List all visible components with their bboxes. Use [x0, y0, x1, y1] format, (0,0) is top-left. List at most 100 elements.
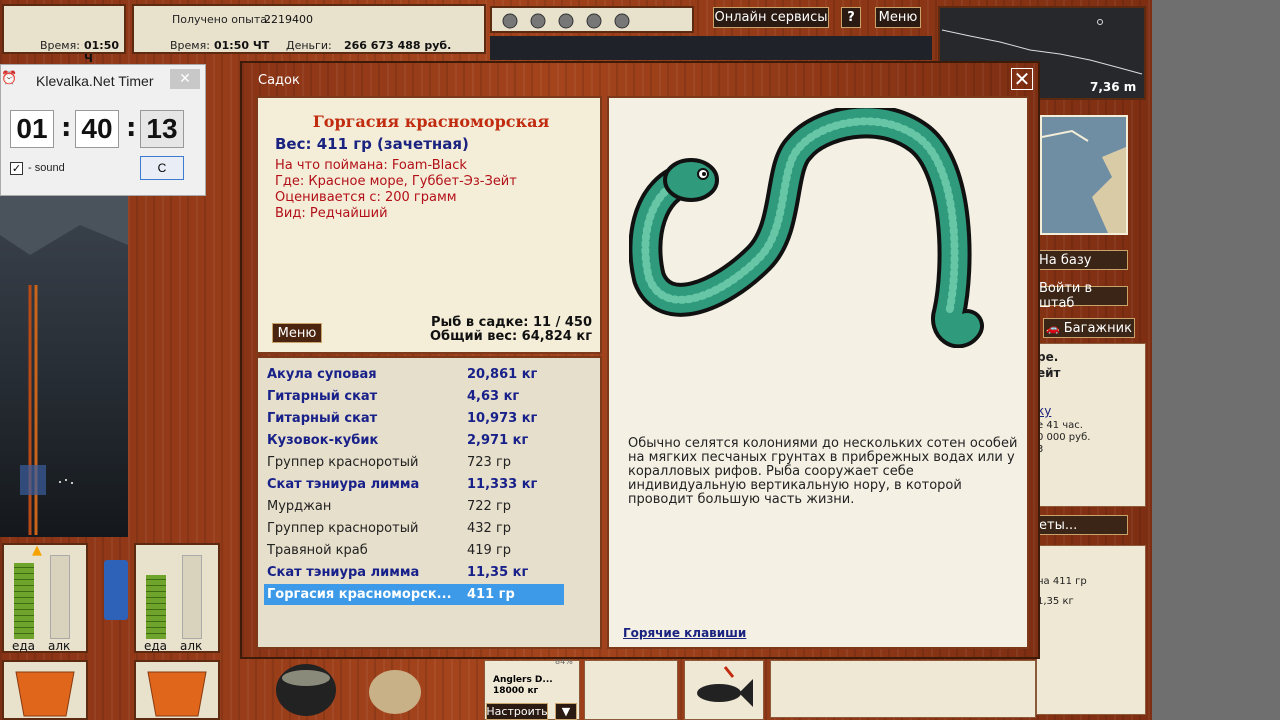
sound-checkbox[interactable]: ✓ — [10, 162, 23, 175]
side-text-1: ре. — [1037, 350, 1059, 364]
desktop-gray-area — [1152, 0, 1280, 720]
time-value-2: 01:50 ЧТ — [214, 39, 270, 52]
catch-row[interactable]: Гитарный скат 10,973 кг — [264, 408, 564, 429]
bucket-icon — [15, 671, 75, 717]
fish-valued-from: Оценивается с: 200 грамм — [275, 190, 457, 205]
food-alc-panel-2: еда алк — [134, 543, 220, 653]
catch-row-name: Мурджан — [267, 499, 332, 514]
catch-row-name: Травяной краб — [267, 543, 368, 558]
alc-bar-2 — [182, 555, 202, 639]
trunk-button[interactable]: 🚗 Багажник — [1043, 318, 1135, 338]
fish-count: Рыб в садке: 11 / 450 — [430, 315, 592, 330]
money-label: Деньги: — [286, 39, 332, 52]
timer-close-button[interactable]: ✕ — [170, 69, 200, 89]
timer-hours: 01 — [10, 110, 54, 148]
fish-eel-image — [629, 108, 984, 348]
depth-value: 7,36 m — [1090, 80, 1137, 94]
enter-hq-button[interactable]: Войти в штаб — [1036, 281, 1128, 311]
catch-row-name: Горгасия красноморск... — [267, 587, 452, 602]
fish-silhouette-icon — [697, 666, 753, 707]
food-alc-panel-1: ▲ еда алк — [2, 543, 88, 653]
catch-row-weight: 11,333 кг — [467, 477, 538, 492]
catch-row-name: Акула суповая — [267, 367, 377, 382]
catch-row-weight: 722 гр — [467, 499, 512, 514]
fish-description-panel: Обычно селятся колониями до нескольких с… — [607, 96, 1029, 649]
catch-row[interactable]: Гитарный скат 4,63 кг — [264, 386, 564, 407]
side-text-4: 0 000 руб. — [1037, 432, 1091, 443]
fish-caught-on: На что поймана: Foam-Black — [275, 158, 467, 173]
pot-icon[interactable] — [274, 660, 338, 720]
hotkeys-link[interactable]: Горячие клавиши — [623, 626, 746, 640]
catch-row[interactable]: Мурджан 722 гр — [264, 496, 564, 517]
bait-name: Anglers D... — [493, 675, 553, 685]
trunk-label: Багажник — [1063, 320, 1132, 336]
dialog-menu-button[interactable]: Меню — [272, 323, 322, 343]
setup-dropdown-button[interactable]: ▼ — [555, 703, 577, 720]
catch-row-name: Гитарный скат — [267, 389, 378, 404]
side-text-3: е 41 час. — [1037, 420, 1083, 431]
setup-button[interactable]: Настроить — [486, 703, 548, 720]
catch-row[interactable]: Скат тэниура лимма 11,35 кг — [264, 562, 564, 583]
slot-empty[interactable] — [584, 660, 678, 720]
catch-row[interactable]: Группер красноротый 432 гр — [264, 518, 564, 539]
catch-row-name: Группер красноротый — [267, 521, 419, 536]
catch-row[interactable]: Травяной краб 419 гр — [264, 540, 564, 561]
hud-stats-box: Получено опыта: 2219400 Время: 01:50 ЧТ … — [132, 4, 486, 54]
alc-label-1: алк — [48, 639, 71, 653]
fish-rarity: Вид: Редчайший — [275, 206, 388, 221]
catch-row-weight: 11,35 кг — [467, 565, 529, 580]
total-weight: Общий вес: 64,824 кг — [429, 329, 592, 344]
catch-row[interactable]: Группер красноротый 723 гр — [264, 452, 564, 473]
reel-icons — [502, 13, 630, 29]
fish-weight: Вес: 411 гр (зачетная) — [275, 135, 469, 153]
money-value: 266 673 488 руб. — [344, 39, 452, 52]
timer-window: ⏰ Klevalka.Net Timer ✕ 01 : 40 : 13 ✓ - … — [0, 64, 206, 196]
catch-row-weight: 20,861 кг — [467, 367, 538, 382]
timer-reset-button[interactable]: C — [140, 156, 184, 180]
slot-fish[interactable] — [684, 660, 764, 720]
catch-row-name: Кузовок-кубик — [267, 433, 379, 448]
online-services-button[interactable]: Онлайн сервисы — [713, 7, 829, 28]
lake-view — [0, 195, 128, 537]
catch-list: Акула суповая 20,861 кг Гитарный скат 4,63 … — [256, 356, 602, 649]
catch-row[interactable]: Кузовок-кубик 2,971 кг — [264, 430, 564, 451]
fish-name: Горгасия красноморская — [312, 112, 550, 131]
reel-slots[interactable] — [490, 6, 694, 33]
side-text-7: 1,35 кг — [1037, 596, 1074, 607]
cooler-box-1[interactable] — [104, 560, 128, 620]
catch-row-weight: 723 гр — [467, 455, 512, 470]
help-button[interactable]: ? — [841, 7, 861, 28]
timer-seconds: 13 — [140, 110, 184, 148]
catch-row-weight: 4,63 кг — [467, 389, 520, 404]
menu-button-top[interactable]: Меню — [875, 7, 921, 28]
food-bar-1 — [14, 563, 34, 639]
side-text-2: ейт — [1037, 366, 1061, 380]
catch-row-selected[interactable]: Горгасия красноморск... 411 гр — [264, 584, 564, 605]
dialog-close-button[interactable]: ✕ — [1011, 68, 1033, 90]
fish-description: Обычно селятся колониями до нескольких с… — [628, 436, 1018, 507]
time-label-2: Время: — [170, 39, 210, 52]
sack-icon[interactable] — [360, 660, 430, 720]
warning-icon: ▲ — [32, 543, 42, 558]
bucket-icon-2 — [147, 671, 207, 717]
to-base-button[interactable]: На базу — [1036, 250, 1128, 270]
fish-info-panel: Горгасия красноморская Вес: 411 гр (заче… — [256, 96, 602, 354]
timer-title: Klevalka.Net Timer — [36, 73, 154, 89]
time-label: Время: — [40, 39, 80, 52]
catch-row[interactable]: Скат тэниура лимма 11,333 кг — [264, 474, 564, 495]
catch-row-weight: 10,973 кг — [467, 411, 538, 426]
catch-row-weight: 411 гр — [467, 587, 515, 602]
map-image — [1041, 117, 1126, 233]
catch-row[interactable]: Акула суповая 20,861 кг — [264, 364, 564, 385]
catch-row-weight: 2,971 кг — [467, 433, 529, 448]
car-icon: 🚗 — [1046, 321, 1060, 335]
timer-colon-2: : — [126, 113, 137, 143]
right-info-panel: ре. ейт ку е 41 час. 0 000 руб. 3 — [1036, 343, 1146, 507]
timer-minutes: 40 — [75, 110, 119, 148]
bucket-slot-2[interactable] — [134, 660, 220, 720]
mini-map[interactable] — [1040, 115, 1128, 235]
dialog-title: Садок — [258, 73, 300, 88]
bucket-slot-1[interactable] — [2, 660, 88, 720]
side-button[interactable]: еты... — [1036, 515, 1128, 535]
food-bar-2 — [146, 575, 166, 639]
